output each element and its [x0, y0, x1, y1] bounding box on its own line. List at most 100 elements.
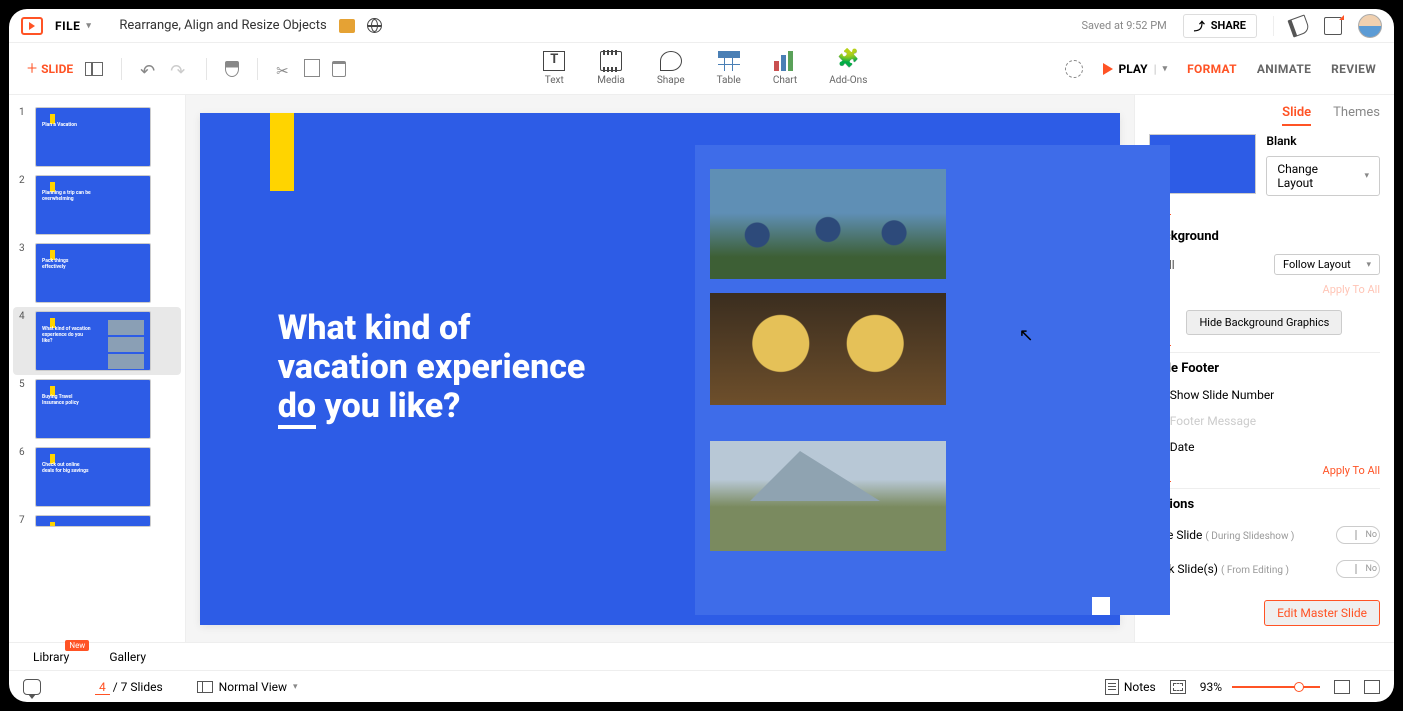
plus-icon: + — [27, 58, 37, 79]
slide-thumbnail[interactable]: Planning a trip can be overwhelming — [35, 175, 151, 235]
slide-thumbnail[interactable] — [35, 515, 151, 527]
comments-icon[interactable] — [23, 679, 41, 695]
slide-image-cycling[interactable] — [710, 169, 946, 279]
slide-thumbnail[interactable]: Buying Travel Insurance policy — [35, 379, 151, 439]
slide-canvas[interactable]: What kind of vacation experience do you … — [200, 113, 1120, 625]
folder-icon[interactable] — [339, 19, 355, 33]
document-title[interactable]: Rearrange, Align and Resize Objects — [119, 18, 326, 33]
insert-text-label: Text — [545, 75, 564, 86]
heading-line: do you like? — [278, 387, 586, 426]
layout-picker-icon[interactable] — [85, 62, 103, 76]
share-button[interactable]: ⤴ SHARE — [1183, 14, 1257, 38]
fill-select[interactable]: Follow Layout ▾ — [1274, 254, 1380, 275]
notes-button[interactable]: Notes — [1105, 679, 1156, 695]
cut-icon[interactable] — [276, 61, 294, 77]
slide-counter: 4 / 7 Slides — [95, 680, 163, 694]
heading-line: What kind of — [278, 309, 586, 348]
slide-thumbnail[interactable]: What kind of vacation experience do you … — [35, 311, 151, 371]
gallery-button[interactable]: Gallery — [109, 650, 146, 664]
canvas-area[interactable]: What kind of vacation experience do you … — [186, 95, 1134, 642]
lock-slides-toggle[interactable]: No — [1336, 560, 1380, 578]
hide-slide-sublabel: ( During Slideshow ) — [1205, 531, 1294, 542]
hide-background-button[interactable]: Hide Background Graphics — [1186, 310, 1342, 335]
chevron-down-icon: ▾ — [293, 682, 298, 692]
layout-name: Blank — [1266, 134, 1380, 148]
slide-heading[interactable]: What kind of vacation experience do you … — [278, 309, 586, 426]
announcements-icon[interactable] — [1287, 14, 1310, 37]
app-logo-icon[interactable] — [21, 17, 43, 35]
user-avatar[interactable] — [1358, 14, 1382, 38]
shape-icon — [660, 51, 682, 71]
thumb-number: 3 — [19, 243, 29, 303]
zoom-slider[interactable] — [1232, 686, 1320, 688]
tab-animate[interactable]: ANIMATE — [1257, 62, 1311, 76]
notes-icon — [1105, 679, 1119, 695]
view-mode-select[interactable]: Normal View ▾ — [197, 680, 298, 694]
thumb-number: 5 — [19, 379, 29, 439]
apply-to-all-disabled: Apply To All — [1149, 279, 1380, 300]
insert-chart-button[interactable]: Chart — [773, 51, 797, 86]
slide-thumbnail[interactable]: Check out online deals for big savings — [35, 447, 151, 507]
insert-group: Text Media Shape Table Chart Add-Ons — [543, 51, 867, 86]
toggle-label: No — [1365, 564, 1377, 574]
slide-thumbnails-panel[interactable]: 1Plan a Vacation 2Planning a trip can be… — [9, 95, 186, 642]
thumb-number: 1 — [19, 107, 29, 167]
slide-number-placeholder — [1092, 597, 1110, 615]
apply-to-all-button[interactable]: Apply To All — [1149, 460, 1380, 481]
toggle-label: No — [1365, 530, 1377, 540]
share-label: SHARE — [1211, 19, 1246, 32]
divider — [1273, 16, 1274, 36]
thumb-number: 6 — [19, 447, 29, 507]
undo-icon[interactable] — [140, 61, 158, 77]
insert-shape-button[interactable]: Shape — [657, 51, 685, 86]
play-button[interactable]: PLAY | ▾ — [1103, 62, 1168, 76]
text-icon — [543, 51, 565, 71]
library-button[interactable]: Library New — [33, 650, 69, 664]
change-layout-button[interactable]: Change Layout ▾ — [1266, 156, 1380, 196]
fullscreen-icon[interactable] — [1364, 680, 1380, 694]
paste-icon[interactable] — [332, 61, 346, 77]
section-options: Options — [1149, 488, 1380, 518]
chevron-down-icon: ▾ — [1366, 260, 1371, 270]
hide-slide-toggle[interactable]: No — [1336, 526, 1380, 544]
inbox-icon[interactable] — [1324, 17, 1342, 35]
show-slide-number-label: Show Slide Number — [1170, 388, 1275, 402]
section-background: Background — [1149, 221, 1380, 250]
slide-image-cultural[interactable] — [710, 293, 946, 405]
fit-width-icon[interactable] — [1334, 680, 1350, 694]
edit-master-button[interactable]: Edit Master Slide — [1264, 600, 1380, 626]
insert-media-label: Media — [597, 75, 625, 86]
tab-review[interactable]: REVIEW — [1331, 62, 1376, 76]
copy-icon[interactable] — [306, 61, 320, 77]
insert-text-button[interactable]: Text — [543, 51, 565, 86]
file-menu[interactable]: FILE ▾ — [55, 19, 91, 33]
total-slides-label: / 7 Slides — [113, 680, 163, 694]
panel-tab-slide[interactable]: Slide — [1282, 105, 1311, 126]
insert-table-button[interactable]: Table — [717, 51, 741, 86]
redo-icon[interactable] — [170, 61, 188, 77]
insert-addons-button[interactable]: Add-Ons — [829, 51, 867, 86]
chevron-down-icon: ▾ — [86, 21, 91, 31]
settings-icon[interactable] — [1065, 60, 1083, 78]
format-painter-icon[interactable] — [225, 61, 239, 77]
tab-format[interactable]: FORMAT — [1187, 62, 1237, 76]
slide-thumbnail[interactable]: Pack things effectively — [35, 243, 151, 303]
panel-tab-themes[interactable]: Themes — [1333, 105, 1380, 126]
zoom-handle[interactable] — [1294, 682, 1304, 692]
saved-status: Saved at 9:52 PM — [1081, 19, 1166, 32]
thumb-number: 2 — [19, 175, 29, 235]
library-bar: Library New Gallery — [9, 642, 1394, 670]
globe-icon[interactable] — [367, 18, 382, 33]
main-toolbar: + SLIDE Text Media Shape — [9, 43, 1394, 95]
fit-to-screen-icon[interactable] — [1170, 680, 1186, 694]
slide-image-hiking[interactable] — [710, 441, 946, 551]
slide-thumbnail[interactable]: Plan a Vacation — [35, 107, 151, 167]
footer-message-label: Footer Message — [1170, 414, 1256, 428]
current-slide-number[interactable]: 4 — [95, 680, 110, 695]
zoom-control: 93% — [1200, 680, 1320, 694]
chevron-down-icon: ▾ — [1163, 64, 1168, 74]
zoom-value: 93% — [1200, 680, 1222, 694]
new-badge: New — [65, 640, 89, 651]
insert-media-button[interactable]: Media — [597, 51, 625, 86]
add-slide-button[interactable]: + SLIDE — [27, 58, 73, 79]
